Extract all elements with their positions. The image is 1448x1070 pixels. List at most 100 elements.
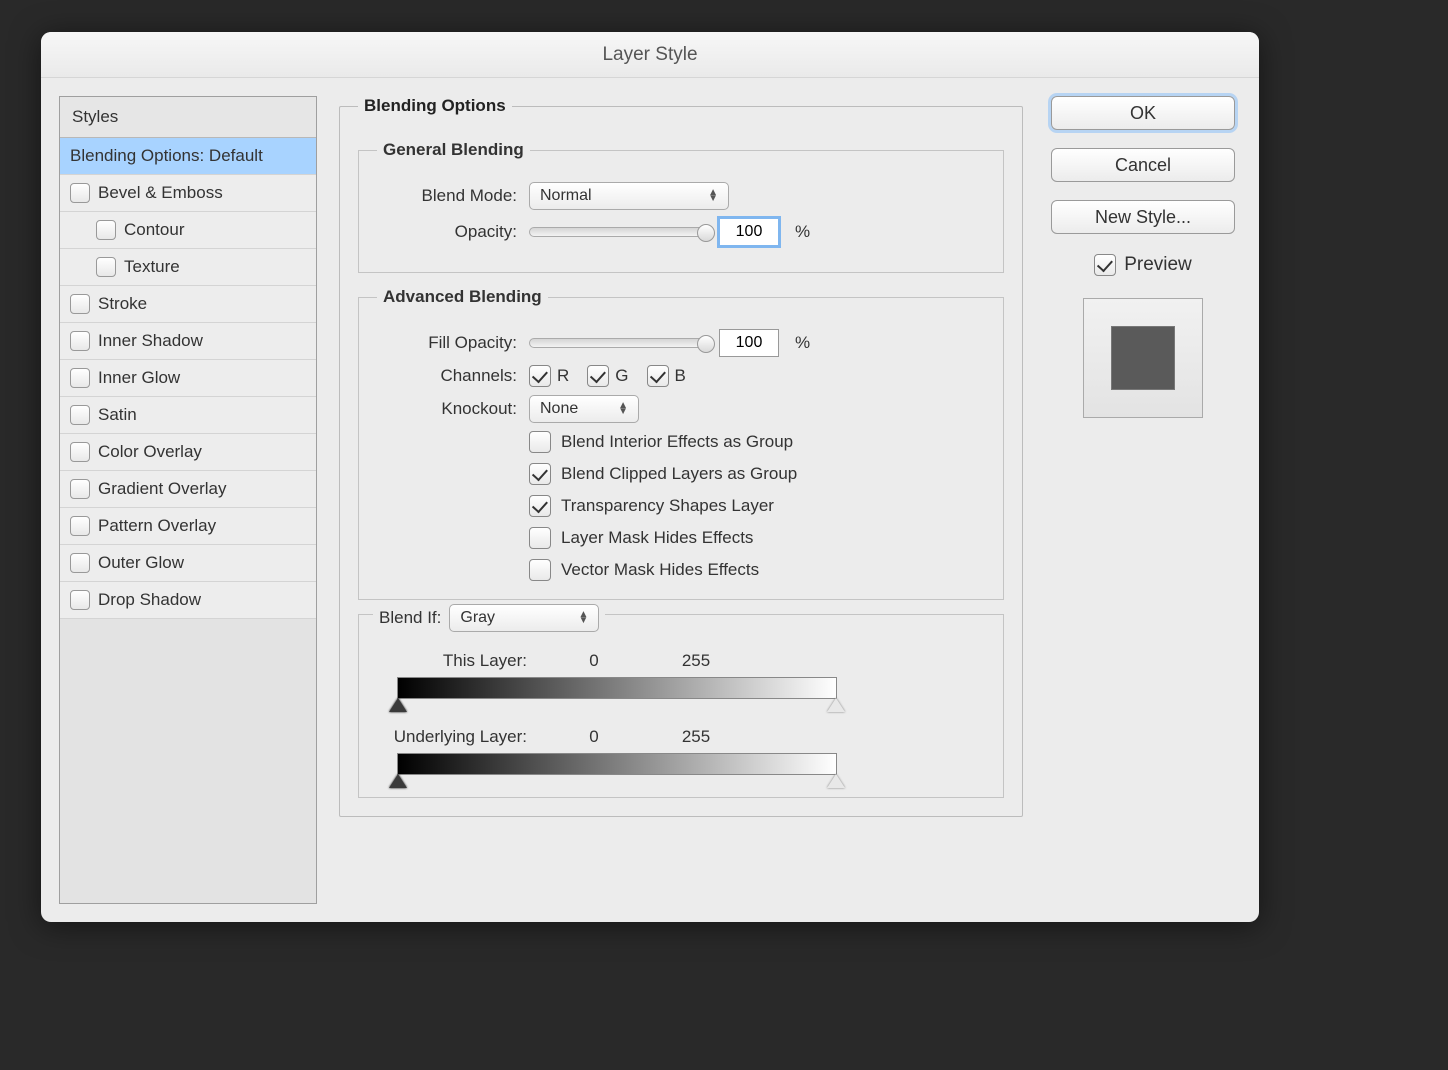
sidebar-item-label: Texture [124, 257, 180, 277]
opacity-slider[interactable] [529, 227, 707, 237]
channel-g-label: G [615, 366, 628, 386]
advanced-option: Blend Clipped Layers as Group [529, 463, 985, 485]
opacity-unit: % [795, 222, 810, 242]
advanced-option-label: Layer Mask Hides Effects [561, 528, 753, 548]
triangle-white-icon[interactable] [827, 698, 845, 712]
opacity-label: Opacity: [377, 222, 517, 242]
triangle-white-icon[interactable] [827, 774, 845, 788]
general-blending-title: General Blending [377, 140, 530, 160]
chevron-updown-icon: ▲▼ [708, 190, 718, 202]
preview-label: Preview [1124, 254, 1192, 276]
slider-thumb-icon[interactable] [697, 335, 715, 353]
opacity-input[interactable] [719, 218, 779, 246]
channels-label: Channels: [377, 366, 517, 386]
blend-if-group: Blend If: Gray ▲▼ This Layer: 0 255 [358, 614, 1004, 798]
blend-mode-value: Normal [540, 187, 592, 205]
style-checkbox[interactable] [70, 294, 90, 314]
style-checkbox[interactable] [70, 590, 90, 610]
underlying-layer-gradient[interactable] [397, 753, 837, 775]
advanced-option-checkbox[interactable] [529, 463, 551, 485]
sidebar-item-label: Blending Options: Default [70, 146, 263, 166]
preview-checkbox[interactable] [1094, 254, 1116, 276]
sidebar-item-label: Gradient Overlay [98, 479, 227, 499]
advanced-option: Blend Interior Effects as Group [529, 431, 985, 453]
sidebar-item-label: Bevel & Emboss [98, 183, 223, 203]
style-checkbox[interactable] [70, 516, 90, 536]
sidebar-item-label: Contour [124, 220, 184, 240]
style-checkbox[interactable] [70, 368, 90, 388]
advanced-option-label: Vector Mask Hides Effects [561, 560, 759, 580]
style-checkbox[interactable] [70, 331, 90, 351]
style-checkbox[interactable] [96, 220, 116, 240]
advanced-blending-group: Advanced Blending Fill Opacity: % Channe… [358, 287, 1004, 600]
this-layer-label: This Layer: [377, 651, 527, 671]
advanced-blending-title: Advanced Blending [377, 287, 548, 307]
sidebar-item-label: Inner Shadow [98, 331, 203, 351]
sidebar-item[interactable]: Inner Shadow [60, 323, 316, 360]
style-checkbox[interactable] [70, 553, 90, 573]
advanced-option-label: Blend Clipped Layers as Group [561, 464, 797, 484]
channel-b-label: B [675, 366, 686, 386]
blending-options-group: Blending Options General Blending Blend … [339, 96, 1023, 817]
slider-thumb-icon[interactable] [697, 224, 715, 242]
sidebar-item[interactable]: Color Overlay [60, 434, 316, 471]
blending-options-panel: Blending Options General Blending Blend … [339, 96, 1023, 904]
sidebar-item[interactable]: Pattern Overlay [60, 508, 316, 545]
channel-r-checkbox[interactable] [529, 365, 551, 387]
triangle-black-icon[interactable] [389, 698, 407, 712]
this-layer-gradient[interactable] [397, 677, 837, 699]
layer-style-dialog: Layer Style Styles Blending Options: Def… [41, 32, 1259, 922]
advanced-option-label: Blend Interior Effects as Group [561, 432, 793, 452]
new-style-button[interactable]: New Style... [1051, 200, 1235, 234]
style-checkbox[interactable] [70, 405, 90, 425]
advanced-option-checkbox[interactable] [529, 495, 551, 517]
sidebar-item[interactable]: Satin [60, 397, 316, 434]
fill-opacity-unit: % [795, 333, 810, 353]
underlying-layer-label: Underlying Layer: [377, 727, 527, 747]
advanced-option-checkbox[interactable] [529, 431, 551, 453]
style-checkbox[interactable] [70, 442, 90, 462]
sidebar-item-label: Pattern Overlay [98, 516, 216, 536]
triangle-black-icon[interactable] [389, 774, 407, 788]
sidebar-item[interactable]: Stroke [60, 286, 316, 323]
style-checkbox[interactable] [70, 479, 90, 499]
sidebar-item[interactable]: Outer Glow [60, 545, 316, 582]
dialog-content: Styles Blending Options: DefaultBevel & … [41, 78, 1259, 922]
fill-opacity-input[interactable] [719, 329, 779, 357]
blending-options-title: Blending Options [358, 96, 512, 116]
styles-list: Blending Options: Default Bevel & Emboss C… [60, 138, 316, 903]
sidebar-item-label: Drop Shadow [98, 590, 201, 610]
blend-if-label: Blend If: [379, 608, 441, 628]
sidebar-item[interactable]: Contour [60, 212, 316, 249]
knockout-select[interactable]: None ▲▼ [529, 395, 639, 423]
sidebar-item[interactable]: Inner Glow [60, 360, 316, 397]
advanced-option-checkbox[interactable] [529, 527, 551, 549]
preview-box [1083, 298, 1203, 418]
this-layer-high: 255 [661, 651, 731, 671]
sidebar-item[interactable]: Blending Options: Default [60, 138, 316, 175]
sidebar-item[interactable]: Texture [60, 249, 316, 286]
cancel-button[interactable]: Cancel [1051, 148, 1235, 182]
fill-opacity-label: Fill Opacity: [377, 333, 517, 353]
underlying-layer-high: 255 [661, 727, 731, 747]
advanced-option: Layer Mask Hides Effects [529, 527, 985, 549]
sidebar-item[interactable]: Drop Shadow [60, 582, 316, 619]
style-checkbox[interactable] [70, 183, 90, 203]
sidebar-item[interactable]: Bevel & Emboss [60, 175, 316, 212]
right-button-panel: OK Cancel New Style... Preview [1045, 96, 1241, 904]
fill-opacity-slider[interactable] [529, 338, 707, 348]
blend-mode-select[interactable]: Normal ▲▼ [529, 182, 729, 210]
ok-button[interactable]: OK [1051, 96, 1235, 130]
sidebar-item[interactable]: Gradient Overlay [60, 471, 316, 508]
knockout-label: Knockout: [377, 399, 517, 419]
sidebar-item-label: Satin [98, 405, 137, 425]
style-checkbox[interactable] [96, 257, 116, 277]
dialog-title: Layer Style [41, 32, 1259, 78]
blend-if-select[interactable]: Gray ▲▼ [449, 604, 599, 632]
channel-b-checkbox[interactable] [647, 365, 669, 387]
channel-g-checkbox[interactable] [587, 365, 609, 387]
advanced-option-label: Transparency Shapes Layer [561, 496, 774, 516]
blend-mode-label: Blend Mode: [377, 186, 517, 206]
sidebar-item-label: Inner Glow [98, 368, 180, 388]
advanced-option-checkbox[interactable] [529, 559, 551, 581]
